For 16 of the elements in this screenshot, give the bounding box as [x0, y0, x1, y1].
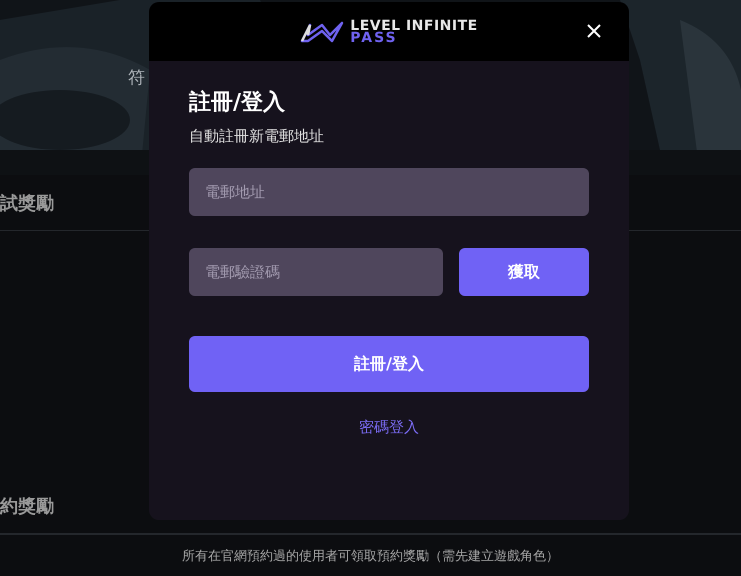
password-login-link[interactable]: 密碼登入 — [359, 418, 419, 437]
reward-note: 所有在官網預約過的使用者可領取預約獎勵（需先建立遊戲角色） — [182, 548, 559, 564]
email-field[interactable]: 電郵地址 — [189, 168, 589, 216]
logo-text: LEVEL INFINITE — [350, 20, 478, 32]
get-code-button[interactable]: 獲取 — [459, 248, 589, 296]
close-button[interactable] — [585, 22, 603, 40]
dialog-subtitle: 自動註冊新電郵地址 — [189, 127, 325, 146]
close-icon — [585, 22, 603, 40]
dialog-title: 註冊/登入 — [189, 89, 286, 117]
section-heading: 約獎勵 — [0, 494, 54, 518]
logo-subtext: PASS — [350, 32, 398, 44]
code-field[interactable]: 電郵驗證碼 — [189, 248, 443, 296]
section-heading: 試獎勵 — [0, 192, 54, 214]
logo-icon — [300, 20, 344, 42]
submit-button[interactable]: 註冊/登入 — [189, 336, 589, 392]
description-text: 符 — [128, 67, 145, 89]
